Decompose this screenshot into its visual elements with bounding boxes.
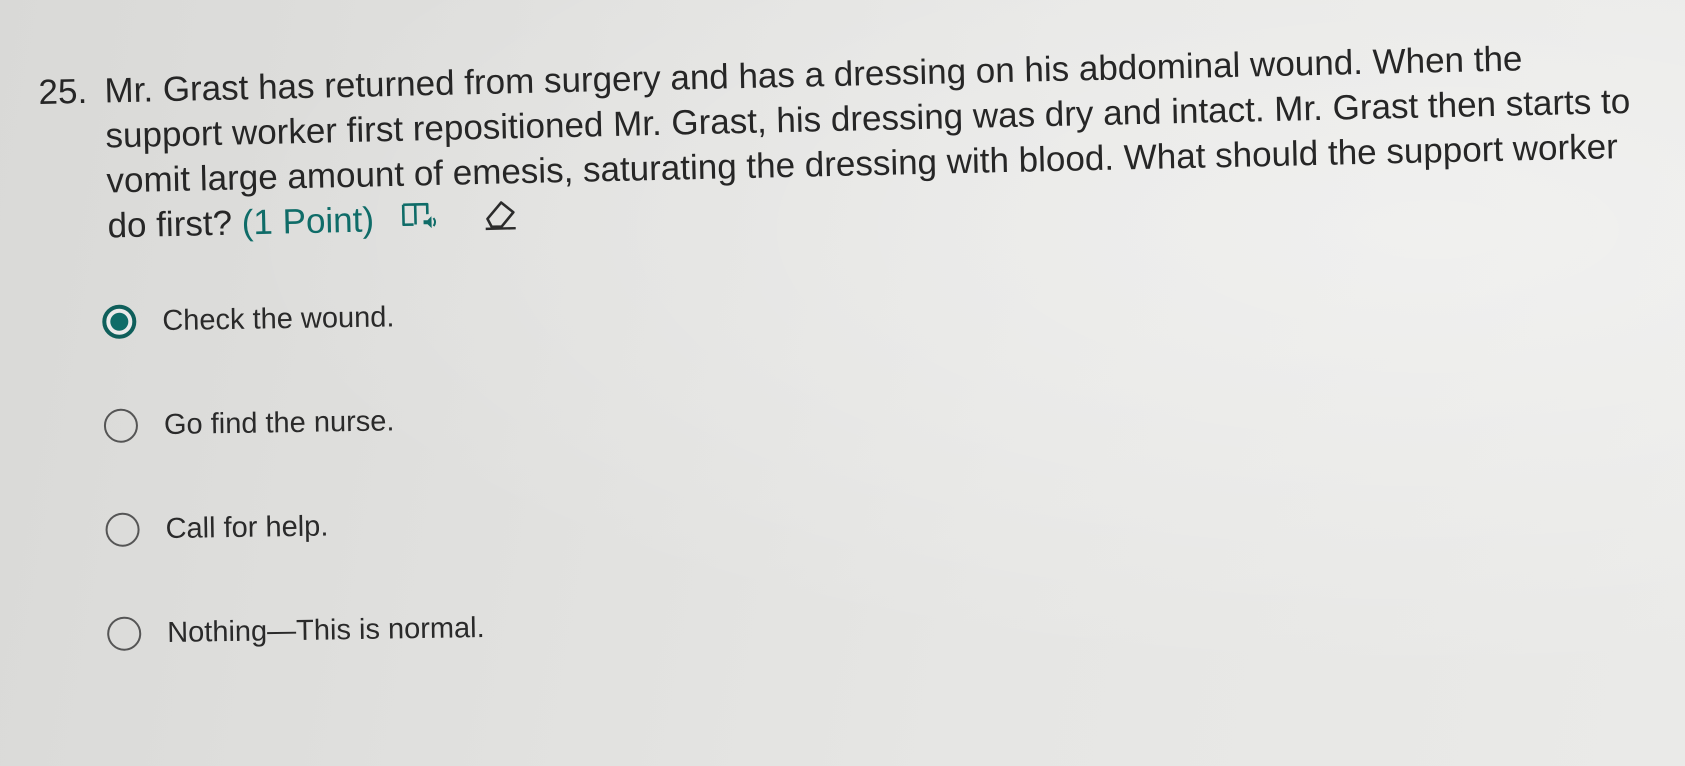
option-4[interactable]: Nothing—This is normal. [106, 608, 485, 654]
radio-button-selected[interactable] [102, 304, 137, 339]
option-3[interactable]: Call for help. [105, 504, 483, 550]
question-points: (1 Point) [241, 200, 375, 243]
option-label: Go find the nurse. [163, 404, 395, 441]
eraser-icon[interactable] [481, 196, 518, 242]
option-label: Nothing—This is normal. [166, 611, 485, 649]
option-label: Call for help. [165, 509, 329, 545]
option-1[interactable]: Check the wound. [102, 296, 480, 342]
radio-button[interactable] [106, 616, 142, 651]
question-number: 25. [38, 71, 88, 112]
option-label: Check the wound. [162, 300, 395, 337]
radio-button[interactable] [103, 408, 139, 443]
answer-options: Check the wound. Go find the nurse. Call… [102, 296, 486, 718]
option-2[interactable]: Go find the nurse. [103, 400, 482, 446]
radio-button[interactable] [105, 512, 140, 547]
immersive-reader-icon[interactable] [399, 198, 442, 244]
question-text-container: Mr. Grast has returned from surgery and … [104, 34, 1642, 251]
question-block: 25. Mr. Grast has returned from surgery … [38, 34, 1642, 253]
